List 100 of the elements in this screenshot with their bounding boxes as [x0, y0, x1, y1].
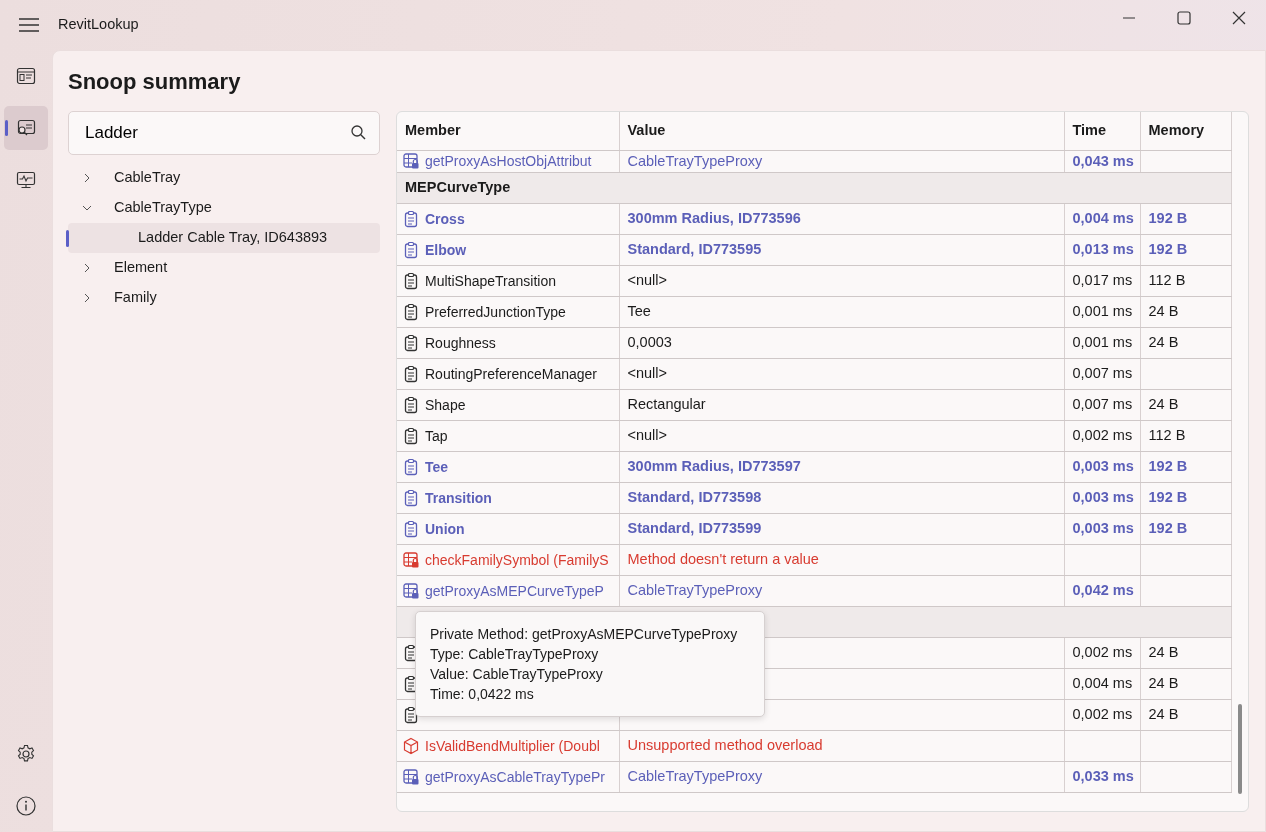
clipboard-icon — [403, 302, 419, 321]
table-cell: getProxyAsHostObjAttribut — [397, 150, 619, 173]
table-cell: 300mm Radius, ID773597 — [619, 451, 1064, 483]
table-cell: 0,017 ms — [1064, 265, 1140, 297]
tooltip-line: Private Method: getProxyAsMEPCurveTypeProxy — [430, 625, 739, 644]
table-cell: 192 B — [1140, 482, 1231, 514]
chevron-right-icon[interactable] — [82, 263, 92, 274]
clipboard-icon — [403, 364, 419, 383]
table-cell: 0,003 ms — [1064, 482, 1140, 514]
search-field[interactable]: Ladder — [68, 111, 380, 155]
table-cell: 24 B — [1140, 389, 1231, 421]
clipboard-icon — [403, 209, 419, 228]
table-cell: 112 B — [1140, 265, 1231, 297]
tooltip-line: Time: 0,0422 ms — [430, 685, 535, 704]
table-cell: <null> — [619, 420, 1064, 452]
table-cell: 24 B — [1140, 699, 1231, 731]
clipboard-icon — [403, 457, 419, 476]
table-cell: 24 B — [1140, 637, 1231, 669]
table-cell: Tee — [619, 296, 1064, 328]
column-header[interactable]: Memory — [1140, 112, 1231, 150]
tree-item[interactable]: CableTray — [68, 163, 380, 193]
table-cell: 0,0003 — [619, 327, 1064, 359]
tooltip-line: Type: CableTrayTypeProxy — [430, 645, 600, 664]
table-cell: Transition — [397, 482, 619, 514]
table-cell: <null> — [619, 265, 1064, 297]
table-lock-icon — [403, 151, 419, 170]
table-cell: 0,002 ms — [1064, 637, 1140, 669]
table-cell: 192 B — [1140, 513, 1231, 545]
chevron-right-icon[interactable] — [82, 293, 92, 304]
table-cell: 192 B — [1140, 234, 1231, 266]
table-cell: Standard, ID773598 — [619, 482, 1064, 514]
clipboard-icon — [403, 395, 419, 414]
table-cell: 0,001 ms — [1064, 296, 1140, 328]
table-cell: 0,042 ms — [1064, 575, 1140, 607]
table-lock-icon — [403, 767, 419, 786]
search-icon[interactable] — [351, 125, 366, 140]
column-header[interactable]: Time — [1064, 112, 1140, 150]
table-cell: Elbow — [397, 234, 619, 266]
table-cell: Roughness — [397, 327, 619, 359]
table-cell: 24 B — [1140, 296, 1231, 328]
table-lock-icon — [403, 550, 419, 569]
close-icon — [1231, 11, 1246, 26]
clipboard-icon — [403, 488, 419, 507]
table-cell: <null> — [619, 358, 1064, 390]
table-cell: RoutingPreferenceManager — [397, 358, 619, 390]
tree-item[interactable]: Element — [68, 253, 380, 283]
table-cell: IsValidBendMultiplier (Doubl — [397, 730, 619, 762]
table-cell: Unsupported method overload — [619, 730, 1064, 762]
column-header[interactable]: Value — [619, 112, 1064, 150]
table-cell: 192 B — [1140, 203, 1231, 235]
table-cell: getProxyAsMEPCurveTypeP — [397, 575, 619, 607]
table-lock-icon — [403, 581, 419, 600]
table-cell: Standard, ID773599 — [619, 513, 1064, 545]
table-cell: 0,007 ms — [1064, 389, 1140, 421]
clipboard-icon — [403, 426, 419, 445]
table-cell: 0,004 ms — [1064, 203, 1140, 235]
window-title: RevitLookup — [58, 15, 139, 35]
table-cell: 0,033 ms — [1064, 761, 1140, 793]
table-cell: 0,004 ms — [1064, 668, 1140, 700]
cube-icon — [403, 736, 419, 755]
table-cell: getProxyAsCableTrayTypePr — [397, 761, 619, 793]
table-cell: 0,001 ms — [1064, 327, 1140, 359]
nav-button[interactable] — [4, 106, 48, 150]
table-cell: Shape — [397, 389, 619, 421]
table-cell: Rectangular — [619, 389, 1064, 421]
tooltip-line: Value: CableTrayTypeProxy — [430, 665, 604, 684]
window-icon — [16, 66, 36, 87]
table-cell: 112 B — [1140, 420, 1231, 452]
table-cell: Cross — [397, 203, 619, 235]
table-cell: Standard, ID773595 — [619, 234, 1064, 266]
chevron-right-icon[interactable] — [82, 173, 92, 184]
table-cell: 300mm Radius, ID773596 — [619, 203, 1064, 235]
table-cell: Union — [397, 513, 619, 545]
maximize-icon — [1176, 11, 1191, 26]
table-cell: 192 B — [1140, 451, 1231, 483]
clipboard-icon — [403, 240, 419, 259]
page-title: Snoop summary — [68, 68, 242, 96]
scrollbar-thumb[interactable] — [1238, 704, 1242, 794]
column-header[interactable]: Member — [397, 112, 619, 150]
table-cell: Tee — [397, 451, 619, 483]
table-cell: 0,003 ms — [1064, 513, 1140, 545]
settings-icon — [16, 744, 36, 765]
clipboard-icon — [403, 333, 419, 352]
table-cell: MultiShapeTransition — [397, 265, 619, 297]
group-header: MEPCurveType — [397, 172, 1231, 204]
table-cell: 24 B — [1140, 668, 1231, 700]
table-cell: 0,002 ms — [1064, 420, 1140, 452]
table-cell: Tap — [397, 420, 619, 452]
table-cell: 0,003 ms — [1064, 451, 1140, 483]
table-cell: 0,013 ms — [1064, 234, 1140, 266]
table-cell: checkFamilySymbol (FamilyS — [397, 544, 619, 576]
table-cell: Method doesn't return a value — [619, 544, 1064, 576]
menu-icon[interactable] — [19, 18, 39, 32]
table-cell: 0,043 ms — [1064, 150, 1140, 173]
tree-item[interactable]: Family — [68, 283, 380, 313]
monitor-pulse-icon — [16, 170, 36, 191]
tree-item[interactable]: Ladder Cable Tray, ID643893 — [68, 223, 380, 253]
info-icon — [16, 796, 36, 817]
tree-item[interactable]: CableTrayType — [68, 193, 380, 223]
table-cell: CableTrayTypeProxy — [619, 150, 1064, 173]
